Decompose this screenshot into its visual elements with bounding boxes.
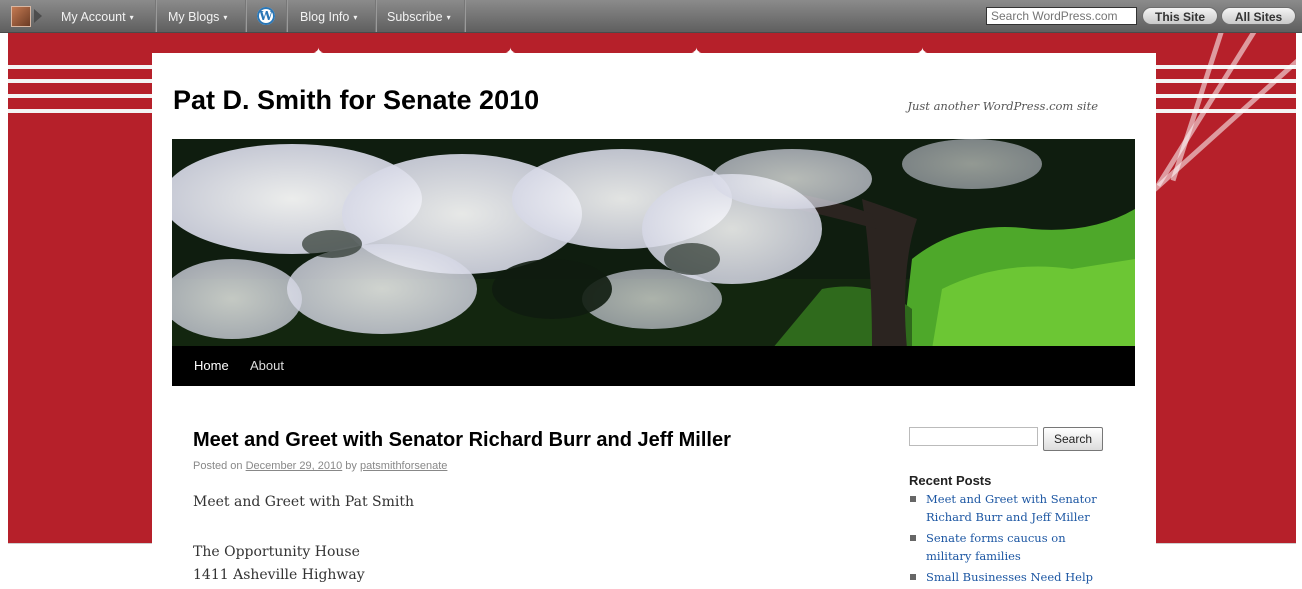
site-tagline: Just another WordPress.com site [907,99,1098,113]
post-author-link[interactable]: patsmithforsenate [360,460,447,472]
caret-down-icon: ▾ [129,13,134,22]
recent-post-link[interactable]: Senate forms caucus on military families [926,531,1066,563]
caret-down-icon: ▾ [223,13,228,22]
nav-about-link[interactable]: About [250,346,284,386]
separator [155,0,156,32]
caret-down-icon: ▾ [446,13,451,22]
by-label: by [345,460,357,472]
list-item: Small Businesses Need Help [909,568,1109,586]
main-navigation: Home About [172,346,1135,386]
separator [375,0,376,32]
my-account-menu[interactable]: My Account ▾ [61,0,134,32]
sidebar-search-input[interactable] [909,427,1038,446]
subscribe-label: Subscribe [387,10,443,24]
page-wrapper: Pat D. Smith for Senate 2010 Just anothe… [152,53,1156,584]
subscribe-menu[interactable]: Subscribe ▾ [387,0,451,32]
recent-post-link[interactable]: Meet and Greet with Senator Richard Burr… [926,492,1097,524]
admin-bar: My Account ▾ My Blogs ▾ W Blog Info ▾ Subsc… [0,0,1302,33]
nav-home-link[interactable]: Home [194,346,229,386]
post-title[interactable]: Meet and Greet with Senator Richard Burr… [193,429,731,452]
wordpress-search-input[interactable] [986,7,1137,25]
post-paragraph: 1411 Asheville Highway [193,567,365,583]
my-account-label: My Account [61,10,126,24]
sidebar-search-button[interactable]: Search [1043,427,1103,451]
recent-posts-list: Meet and Greet with Senator Richard Burr… [909,490,1109,589]
my-blogs-menu[interactable]: My Blogs ▾ [168,0,227,32]
site-title[interactable]: Pat D. Smith for Senate 2010 [173,85,539,116]
wordpress-logo-icon[interactable]: W [257,7,275,25]
post-paragraph: The Opportunity House [193,544,360,560]
avatar-icon[interactable] [11,6,31,27]
blog-info-label: Blog Info [300,10,350,24]
blog-info-menu[interactable]: Blog Info ▾ [300,0,357,32]
bullet-icon [910,535,916,541]
all-sites-button[interactable]: All Sites [1221,7,1296,25]
list-item: Senate forms caucus on military families [909,529,1109,565]
separator [286,0,287,32]
separator [245,0,246,32]
this-site-button[interactable]: This Site [1142,7,1218,25]
post-paragraph: Meet and Greet with Pat Smith [193,494,415,510]
list-item: Meet and Greet with Senator Richard Burr… [909,490,1109,526]
recent-posts-heading: Recent Posts [909,473,992,488]
bullet-icon [910,496,916,502]
post-meta: Posted on December 29, 2010 by patsmithf… [193,460,447,472]
caret-down-icon: ▾ [353,13,358,22]
post-date-link[interactable]: December 29, 2010 [246,460,343,472]
posted-on-label: Posted on [193,460,243,472]
separator [464,0,465,32]
avatar-arrow-icon [34,9,42,23]
recent-post-link[interactable]: Small Businesses Need Help [926,570,1093,584]
header-banner-image [172,139,1135,349]
my-blogs-label: My Blogs [168,10,220,24]
